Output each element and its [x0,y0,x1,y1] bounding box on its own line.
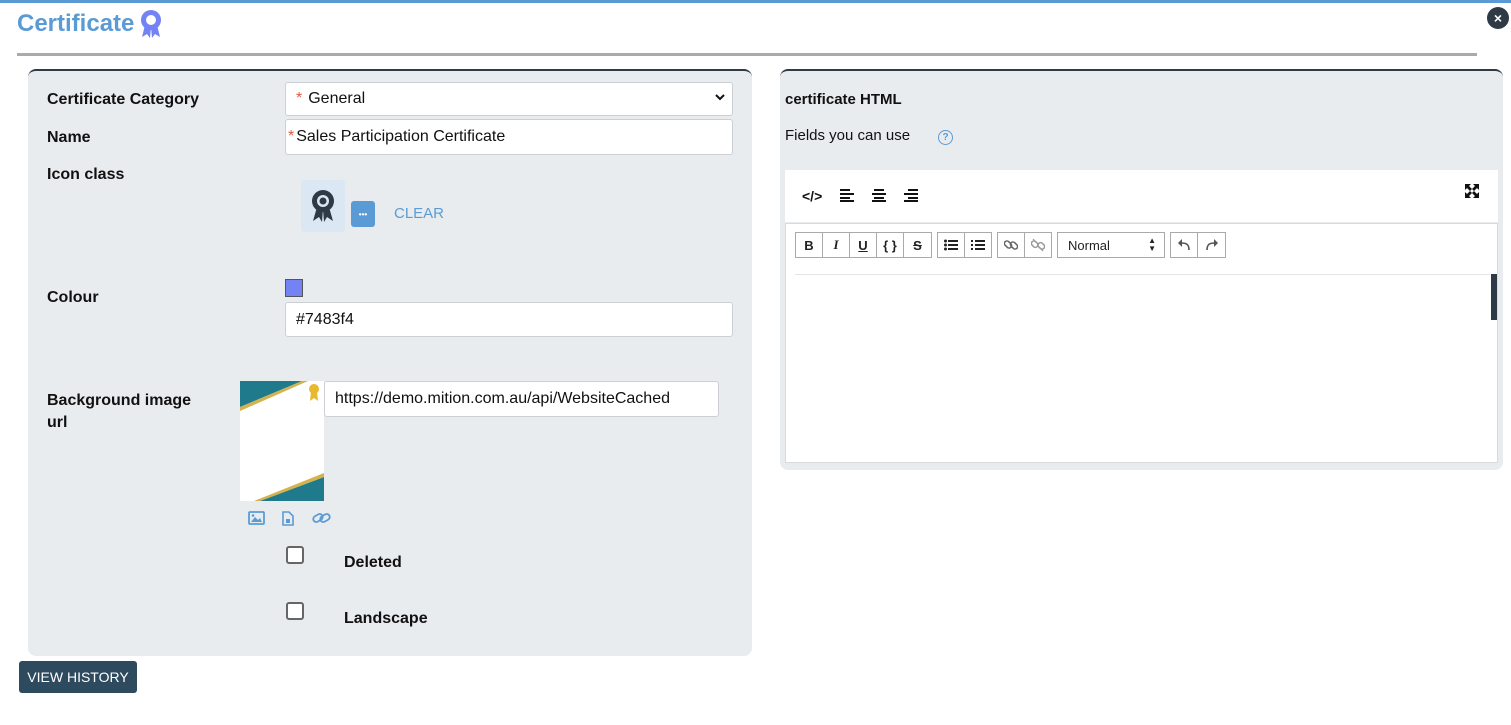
undo-button[interactable] [1170,232,1198,258]
landscape-label: Landscape [344,610,428,627]
format-value: Normal [1068,237,1110,253]
editor-content-area[interactable] [795,276,1485,456]
code-block-button[interactable]: { } [876,232,904,258]
chevron-down-icon [715,94,725,101]
deleted-checkbox[interactable] [286,546,304,564]
title-divider [17,53,1477,56]
name-label: Name [47,129,91,146]
category-value: General [308,90,366,107]
background-image-label-line1: Background image [47,392,192,409]
bold-button[interactable]: B [795,232,823,258]
colour-label: Colour [47,289,99,306]
strikethrough-button[interactable]: S [903,232,932,258]
certificate-html-title: certificate HTML [785,91,902,108]
more-icon: ••• [358,209,368,219]
redo-icon [1205,239,1218,251]
numbered-list-icon [971,240,985,250]
close-button[interactable]: × [1487,7,1509,29]
certificate-form-panel: Certificate Category * General Name * Sa… [28,69,752,656]
editor-divider [795,274,1490,275]
certificate-html-panel: certificate HTML Fields you can use ? </… [780,69,1503,470]
page-title-text: Certificate [17,10,135,37]
image-icon[interactable] [248,511,265,525]
help-icon[interactable]: ? [938,130,953,145]
editor-top-toolbar: </> [785,170,1498,222]
icon-preview [301,180,345,232]
landscape-checkbox[interactable] [286,602,304,620]
insert-link-button[interactable] [997,232,1025,258]
align-right-icon[interactable] [904,189,918,202]
background-image-label: Background image url [47,392,191,432]
close-icon: × [1493,10,1503,26]
unlink-button[interactable] [1024,232,1052,258]
format-select[interactable]: Normal ▲ ▼ [1057,232,1165,258]
fields-label: Fields you can use [785,127,911,144]
underline-button[interactable]: U [849,232,877,258]
file-icon[interactable] [282,511,294,526]
name-input[interactable]: * Sales Participation Certificate [285,119,733,155]
italic-button[interactable]: I [822,232,850,258]
link-icon[interactable] [312,511,331,525]
align-left-icon[interactable] [840,189,854,202]
background-url-value: https://demo.mition.com.au/api/WebsiteCa… [335,390,670,407]
colour-swatch[interactable] [285,279,303,297]
redo-button[interactable] [1197,232,1226,258]
bullet-list-button[interactable] [937,232,965,258]
background-image-label-line2: url [47,414,68,431]
page-title: Certificate [17,9,164,39]
award-icon [141,10,162,38]
html-editor: B I U { } S Normal ▲ ▼ [785,223,1498,463]
required-marker: * [296,90,303,107]
deleted-label: Deleted [344,554,402,571]
background-url-input[interactable]: https://demo.mition.com.au/api/WebsiteCa… [324,381,719,417]
background-image-thumbnail [240,381,324,501]
top-accent-line [0,0,1511,3]
name-value: Sales Participation Certificate [296,128,506,145]
colour-value: #7483f4 [296,310,354,328]
unlink-icon [1031,238,1045,252]
editor-scrollbar[interactable] [1491,274,1497,320]
award-icon [312,190,334,222]
code-view-icon[interactable]: </> [802,188,822,204]
align-center-icon[interactable] [872,189,886,202]
numbered-list-button[interactable] [964,232,992,258]
category-select[interactable]: * General [285,82,733,116]
certificate-background-image [240,381,324,501]
required-marker: * [288,128,295,145]
undo-icon [1178,239,1190,251]
fullscreen-icon[interactable] [1465,184,1479,198]
clear-icon-button[interactable]: CLEAR [394,205,444,222]
view-history-button[interactable]: VIEW HISTORY [19,661,137,693]
icon-class-label: Icon class [47,166,125,183]
category-label: Certificate Category [47,91,200,108]
link-icon [1004,240,1018,250]
updown-icon: ▲ ▼ [1148,236,1156,253]
icon-picker-button[interactable]: ••• [351,201,375,227]
colour-input[interactable]: #7483f4 [285,302,733,337]
bullet-list-icon [944,239,958,251]
